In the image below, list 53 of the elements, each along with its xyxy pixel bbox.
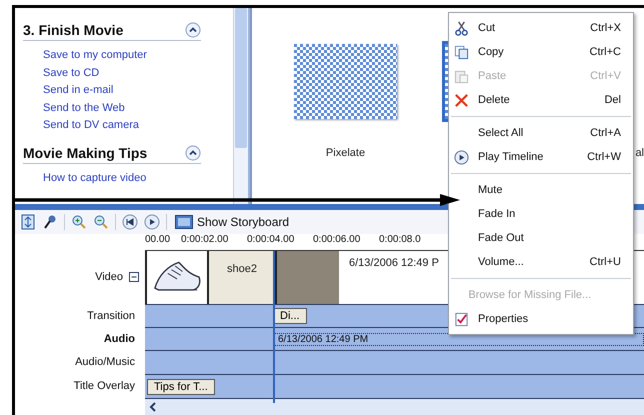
task-link[interactable]: Send in e-mail xyxy=(43,82,233,100)
menu-item[interactable]: Play Timeline Ctrl+W xyxy=(449,145,633,169)
track-label: Audio/Music xyxy=(75,356,135,368)
task-link[interactable]: Send to DV camera xyxy=(43,117,233,134)
menu-item[interactable]: Delete Del xyxy=(449,88,633,112)
menu-item[interactable]: Copy Ctrl+C xyxy=(449,40,633,64)
zoom-in-icon[interactable] xyxy=(71,214,87,230)
rewind-icon[interactable] xyxy=(122,214,138,230)
collapse-icon[interactable] xyxy=(185,144,201,160)
play-icon[interactable] xyxy=(144,214,160,230)
clip-title: 6/13/2006 12:49 P xyxy=(349,256,439,271)
effect-label: Pixelate xyxy=(326,147,366,159)
time-label: 0:00:08.0 xyxy=(379,234,422,247)
transition-clip[interactable]: Di... xyxy=(273,308,307,324)
effect-label: al xyxy=(635,147,644,161)
play-icon xyxy=(454,150,468,164)
time-label: 0:00:06.00 xyxy=(313,234,362,247)
delete-icon xyxy=(454,92,468,108)
section-title: 3. Finish Movie xyxy=(23,22,124,38)
menu-item[interactable]: Select All Ctrl+A xyxy=(449,121,633,145)
effect-thumbnail[interactable] xyxy=(294,44,397,119)
collapse-icon[interactable] xyxy=(185,22,201,38)
menu-item[interactable]: Properties xyxy=(449,307,633,331)
time-label: 0:00:02.00 xyxy=(181,234,230,247)
scrollbar[interactable] xyxy=(145,399,644,415)
copy-icon xyxy=(454,44,468,60)
section-title: Movie Making Tips xyxy=(23,144,148,160)
track-label: Title Overlay xyxy=(74,380,135,392)
menu-item[interactable]: Fade In xyxy=(449,202,633,226)
film-icon xyxy=(175,215,193,229)
task-link[interactable]: Save to CD xyxy=(43,64,233,82)
paste-icon xyxy=(454,68,468,84)
scrollbar[interactable] xyxy=(233,8,250,204)
scissors-icon xyxy=(454,20,468,36)
menu-item[interactable]: Cut Ctrl+X xyxy=(449,16,633,40)
title-overlay-clip[interactable]: Tips for T... xyxy=(147,378,215,394)
task-link[interactable]: How to capture video xyxy=(43,170,233,187)
checklist-icon xyxy=(454,312,468,326)
microphone-icon[interactable] xyxy=(42,214,58,230)
track-label: Transition xyxy=(87,310,135,322)
timeline-icon[interactable] xyxy=(20,214,36,230)
zoom-out-icon[interactable] xyxy=(93,214,109,230)
menu-item[interactable]: Mute xyxy=(449,178,633,202)
show-storyboard-button[interactable]: Show Storyboard xyxy=(173,215,292,229)
collapse-icon[interactable] xyxy=(129,272,139,282)
time-label: 00.00 xyxy=(145,234,171,247)
task-link[interactable]: Send to the Web xyxy=(43,100,233,117)
track-label: Audio xyxy=(104,332,135,344)
menu-item[interactable]: Volume... Ctrl+U xyxy=(449,250,633,274)
track-label: Video xyxy=(95,271,123,283)
scroll-left-icon[interactable] xyxy=(149,402,157,412)
task-link[interactable]: Save to my computer xyxy=(43,47,233,64)
time-label: 0:00:04.00 xyxy=(247,234,296,247)
